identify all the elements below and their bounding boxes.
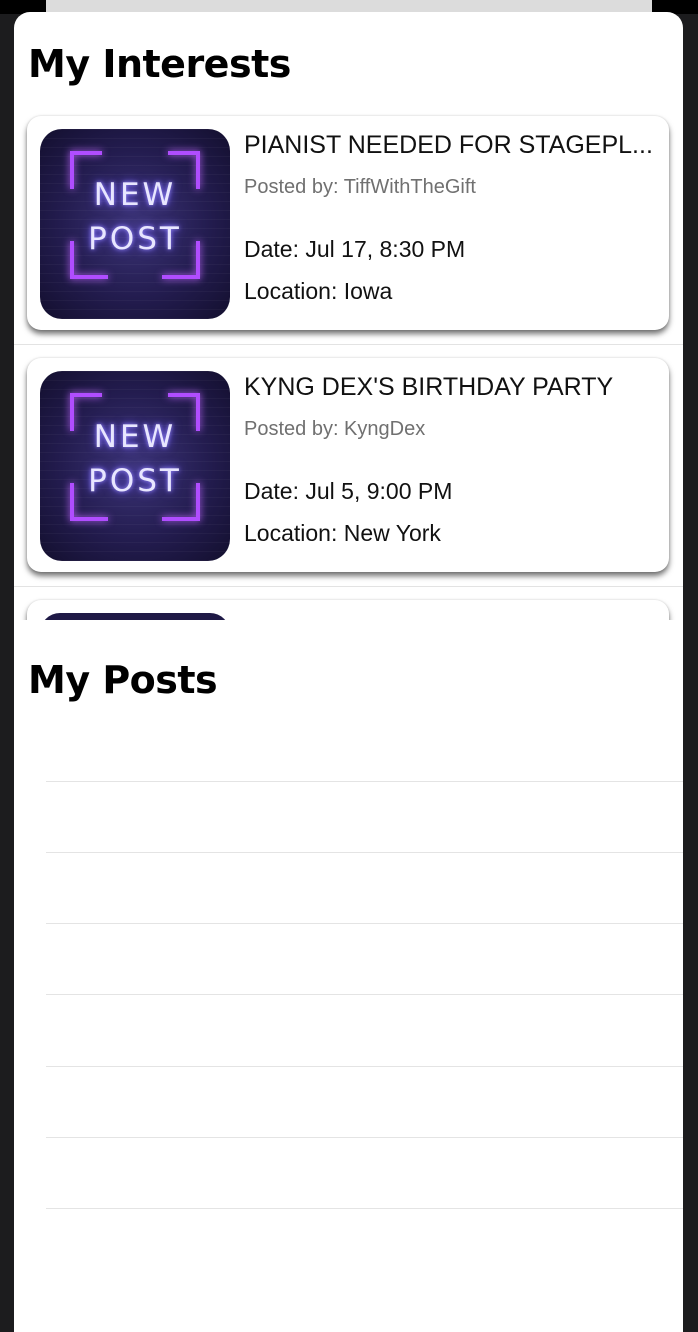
empty-row-divider [46, 781, 683, 782]
posted-by: Posted by: KyngDex [244, 418, 426, 440]
modal-sheet: My Interests NEW POST PIANIST NEEDED FOR… [14, 12, 683, 1332]
my-posts-panel: My Posts [14, 620, 683, 1332]
row-divider [14, 586, 683, 587]
interest-card[interactable]: NEW POST PIANIST NEEDED FOR STAGEPL... P… [27, 116, 669, 330]
new-post-thumbnail: NEW POST [40, 129, 230, 319]
empty-row-divider [46, 1208, 683, 1209]
empty-row-divider [46, 994, 683, 995]
empty-row-divider [46, 1137, 683, 1138]
new-post-thumbnail [40, 613, 230, 620]
posted-by: Posted by: TiffWithTheGift [244, 176, 476, 198]
empty-row-divider [46, 852, 683, 853]
interests-list[interactable]: NEW POST PIANIST NEEDED FOR STAGEPL... P… [14, 112, 683, 620]
interests-heading: My Interests [28, 42, 291, 86]
row-divider [14, 344, 683, 345]
posts-heading: My Posts [28, 658, 218, 702]
post-location: Location: Iowa [244, 278, 393, 304]
new-post-thumbnail: NEW POST [40, 371, 230, 561]
thumb-text-post: POST [88, 463, 182, 499]
post-date: Date: Jul 17, 8:30 PM [244, 236, 466, 262]
thumb-text-new: NEW [93, 177, 177, 213]
post-title: KYNG DEX'S BIRTHDAY PARTY [244, 373, 614, 401]
post-location: Location: New York [244, 520, 441, 546]
post-title: PIANIST NEEDED FOR STAGEPL... [244, 131, 653, 159]
thumb-text-new: NEW [93, 419, 177, 455]
interest-card-partial[interactable] [27, 600, 669, 620]
post-date: Date: Jul 5, 9:00 PM [244, 478, 453, 504]
empty-row-divider [46, 923, 683, 924]
interest-card[interactable]: NEW POST KYNG DEX'S BIRTHDAY PARTY Poste… [27, 358, 669, 572]
thumb-text-post: POST [88, 221, 182, 257]
empty-row-divider [46, 1066, 683, 1067]
